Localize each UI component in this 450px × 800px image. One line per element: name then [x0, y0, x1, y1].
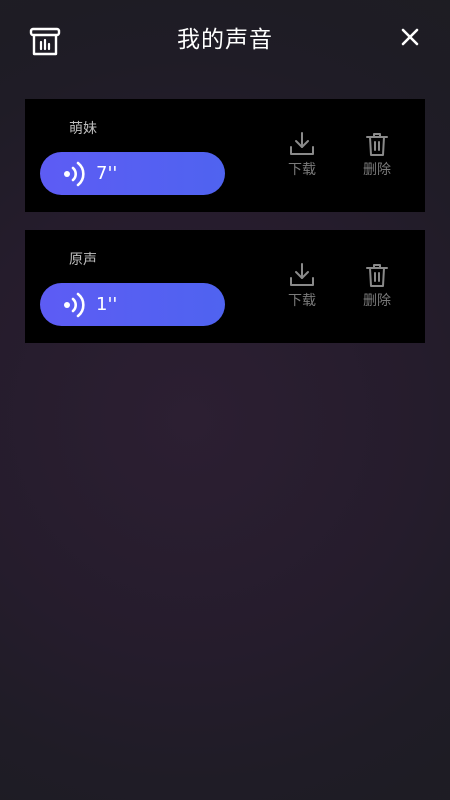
download-label: 下载 [288, 162, 316, 178]
trash-icon [366, 133, 388, 156]
voice-card: 萌妹 7'' 下载 删除 [25, 99, 425, 212]
voice-card: 原声 1'' 下载 删除 [25, 230, 425, 343]
download-button[interactable]: 下载 [277, 131, 327, 185]
page-title: 我的声音 [177, 27, 273, 53]
delete-label: 删除 [363, 162, 391, 178]
download-icon [290, 132, 314, 155]
voice-duration: 1'' [96, 294, 118, 315]
trash-icon [366, 264, 388, 287]
play-voice-button[interactable]: 7'' [40, 152, 225, 195]
delete-button[interactable]: 删除 [352, 131, 402, 185]
delete-label: 删除 [363, 293, 391, 309]
header: 我的声音 [0, 0, 450, 80]
sound-wave-icon [64, 161, 85, 187]
delete-button[interactable]: 删除 [352, 262, 402, 316]
play-voice-button[interactable]: 1'' [40, 283, 225, 326]
download-icon [290, 263, 314, 286]
voice-name: 原声 [69, 252, 97, 268]
close-icon[interactable] [395, 22, 425, 52]
sound-wave-icon [64, 292, 85, 318]
download-label: 下载 [288, 293, 316, 309]
voice-name: 萌妹 [69, 121, 97, 137]
voice-duration: 7'' [96, 163, 118, 184]
download-button[interactable]: 下载 [277, 262, 327, 316]
